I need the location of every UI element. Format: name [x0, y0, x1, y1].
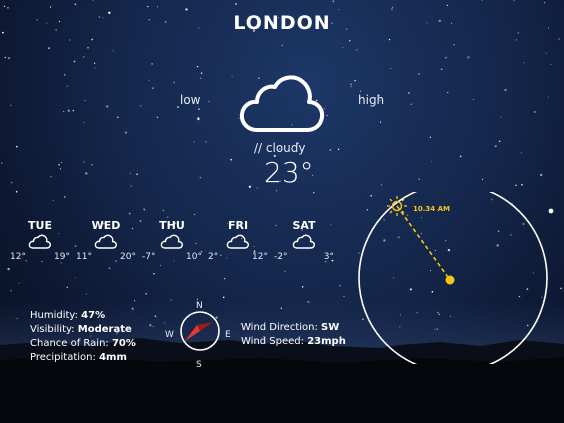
day-low: 11° [76, 252, 92, 262]
visibility-value: Moderate [77, 324, 132, 335]
humidity-value: 47% [81, 310, 106, 321]
forecast-strip: TUE 12° 19° WED 11° 20° THU -7° 10° FRI … [10, 219, 350, 269]
cloud-icon [94, 234, 118, 249]
wind-direction-label: Wind Direction: [241, 322, 318, 333]
visibility-row: Visibility: Moderate [30, 323, 136, 337]
current-condition: // cloudy [254, 141, 306, 155]
humidity-row: Humidity: 47% [30, 309, 136, 323]
cloud-icon [292, 234, 316, 249]
cloud-icon [239, 75, 325, 132]
day-high: 12° [252, 252, 268, 262]
humidity-label: Humidity: [30, 310, 78, 321]
wind-details: Wind Direction: SW Wind Speed: 23mph [241, 321, 346, 349]
precip-label: Precipitation: [30, 352, 96, 363]
high-label: high [358, 93, 385, 107]
day-name: WED [91, 219, 121, 232]
current-temperature: 23° [264, 156, 314, 189]
cloud-icon [226, 234, 250, 249]
compass-east: E [225, 330, 231, 340]
day-name: TUE [28, 219, 52, 232]
day-name: FRI [227, 219, 249, 232]
day-high: 3° [323, 252, 334, 262]
day-high: 19° [54, 252, 70, 262]
sun-position-dial[interactable] [356, 192, 550, 364]
day-high: 20° [120, 252, 136, 262]
wind-direction-row: Wind Direction: SW [241, 321, 346, 335]
rain-row: Chance of Rain: 70% [30, 337, 136, 351]
forecast-day-sat[interactable]: SAT -2° 3° [274, 219, 334, 269]
day-high: 10° [186, 252, 202, 262]
compass-north: N [196, 301, 203, 311]
low-label: low [180, 93, 201, 107]
city-title: LONDON [233, 12, 331, 34]
day-low: -2° [274, 252, 288, 262]
rain-value: 70% [111, 338, 136, 349]
forecast-day-thu[interactable]: THU -7° 10° [142, 219, 202, 269]
weather-details: Humidity: 47% Visibility: Moderate Chanc… [30, 309, 136, 365]
wind-speed-value: 23mph [307, 336, 346, 347]
forecast-day-fri[interactable]: FRI 2° 12° [208, 219, 268, 269]
day-name: SAT [292, 219, 316, 232]
precip-value: 4mm [99, 352, 127, 363]
day-name: THU [159, 219, 185, 232]
day-low: -7° [142, 252, 156, 262]
day-low: 2° [208, 252, 219, 262]
precip-row: Precipitation: 4mm [30, 351, 136, 365]
forecast-day-wed[interactable]: WED 11° 20° [76, 219, 136, 269]
forecast-day-tue[interactable]: TUE 12° 19° [10, 219, 70, 269]
compass-west: W [165, 330, 174, 340]
compass-south: S [196, 360, 202, 370]
wind-speed-row: Wind Speed: 23mph [241, 335, 346, 349]
cloud-icon [160, 234, 184, 249]
visibility-label: Visibility: [30, 324, 75, 335]
rain-label: Chance of Rain: [30, 338, 109, 349]
sun-time: 10.34 AM [413, 205, 450, 213]
wind-speed-label: Wind Speed: [241, 336, 305, 347]
wind-direction-value: SW [321, 322, 340, 333]
cloud-icon [28, 234, 52, 249]
day-low: 12° [10, 252, 26, 262]
